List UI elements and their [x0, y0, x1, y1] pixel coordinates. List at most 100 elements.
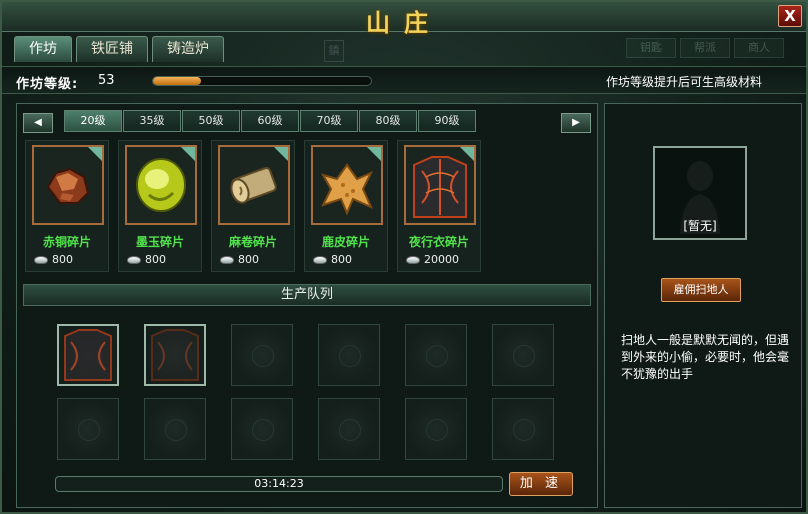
queue-slot-empty[interactable] [405, 398, 467, 460]
material-cost-value: 800 [52, 253, 73, 266]
material-item[interactable]: 赤铜碎片 800 [25, 140, 109, 272]
empty-slot-emblem-icon [426, 419, 448, 441]
material-cost-value: 800 [331, 253, 352, 266]
queue-slot-empty[interactable] [57, 398, 119, 460]
tab-furnace[interactable]: 铸造炉 [152, 36, 224, 62]
background-tab: 帮派 [680, 38, 730, 58]
material-slot[interactable] [32, 145, 104, 225]
production-queue-grid [57, 324, 554, 460]
level-tab-strip: ◀ 20级 35级 50级 60级 70级 80级 90级 ▶ [23, 110, 591, 136]
material-item[interactable]: 墨玉碎片 800 [118, 140, 202, 272]
level-tab-80[interactable]: 80级 [359, 110, 417, 132]
night-robe-icon [151, 329, 199, 381]
main-tabs: 作坊 铁匠铺 铸造炉 [14, 36, 224, 62]
empty-slot-emblem-icon [426, 345, 448, 367]
queue-slot-empty[interactable] [405, 324, 467, 386]
tab-workshop[interactable]: 作坊 [14, 36, 72, 62]
empty-slot-emblem-icon [513, 345, 535, 367]
workshop-level-hint: 作坊等级提升后可生高级材料 [605, 75, 762, 89]
workshop-level-progress [152, 76, 372, 86]
silver-ingot-icon [34, 255, 48, 264]
queue-slot-occupied[interactable] [57, 324, 119, 386]
empty-slot-emblem-icon [513, 419, 535, 441]
material-name: 鹿皮碎片 [321, 235, 370, 249]
title-bar: 山庄 X [2, 2, 806, 37]
empty-slot-emblem-icon [252, 419, 274, 441]
portrait-label: [暂无] [683, 219, 717, 233]
material-cost: 800 [127, 253, 166, 266]
level-tab-20[interactable]: 20级 [64, 110, 122, 132]
material-name: 赤铜碎片 [42, 235, 91, 249]
silver-ingot-icon [127, 255, 141, 264]
prev-arrow-button[interactable]: ◀ [23, 113, 53, 133]
empty-slot-emblem-icon [78, 419, 100, 441]
queue-slot-empty[interactable] [144, 398, 206, 460]
level-tab-35[interactable]: 35级 [123, 110, 181, 132]
empty-slot-emblem-icon [339, 345, 361, 367]
level-tab-90[interactable]: 90级 [418, 110, 476, 132]
background-tabs: 钥匙 帮派 商人 [626, 38, 784, 58]
night-robe-icon [64, 329, 112, 381]
queue-slot-empty[interactable] [231, 324, 293, 386]
hire-sweeper-button[interactable]: 雇佣扫地人 [661, 278, 741, 302]
speedup-button[interactable]: 加 速 [509, 472, 573, 496]
background-tab: 钥匙 [626, 38, 676, 58]
material-name: 夜行衣碎片 [408, 235, 469, 249]
level-tabs: 20级 35级 50级 60级 70级 80级 90级 [63, 110, 476, 132]
silver-ingot-icon [313, 255, 327, 264]
deer-hide-icon [320, 163, 374, 216]
level-tab-50[interactable]: 50级 [182, 110, 240, 132]
manor-window: 山庄 X 作坊 铁匠铺 铸造炉 鎮 钥匙 帮派 商人 作坊等级: 53 作坊等级… [0, 0, 808, 514]
empty-slot-emblem-icon [339, 419, 361, 441]
copper-ore-icon [46, 167, 90, 204]
queue-slot-empty[interactable] [492, 398, 554, 460]
production-timer: 03:14:23 [55, 476, 503, 492]
jade-icon [136, 158, 186, 212]
empty-slot-emblem-icon [252, 345, 274, 367]
sweeper-description: 扫地人一般是默默无闻的，但遇到外来的小偷，必要时，他会毫不犹豫的出手 [621, 333, 790, 381]
silver-ingot-icon [220, 255, 234, 264]
silver-ingot-icon [406, 255, 420, 264]
sweeper-portrait[interactable]: [暂无] [653, 146, 747, 240]
material-slot[interactable] [404, 145, 476, 225]
workshop-level-progress-fill [153, 77, 201, 85]
tab-blacksmith[interactable]: 铁匠铺 [76, 36, 148, 62]
material-cost-value: 800 [238, 253, 259, 266]
production-queue-header: 生产队列 [23, 284, 591, 306]
material-list: 赤铜碎片 800 墨玉碎片 800 麻卷碎片 800 鹿皮碎片 800 夜行衣碎… [25, 140, 481, 272]
queue-slot-empty[interactable] [231, 398, 293, 460]
workshop-level-value: 53 [98, 73, 115, 88]
material-item[interactable]: 麻卷碎片 800 [211, 140, 295, 272]
material-name: 墨玉碎片 [135, 235, 184, 249]
material-cost: 800 [34, 253, 73, 266]
level-tab-60[interactable]: 60级 [241, 110, 299, 132]
material-cost-value: 800 [145, 253, 166, 266]
workshop-level-row: 作坊等级: 53 作坊等级提升后可生高级材料 [2, 66, 806, 94]
empty-slot-emblem-icon [165, 419, 187, 441]
window-title: 山庄 [366, 8, 442, 37]
background-badge: 鎮 [324, 40, 344, 62]
queue-slot-empty[interactable] [318, 398, 380, 460]
material-cost-value: 20000 [424, 253, 459, 266]
workshop-panel: ◀ 20级 35级 50级 60级 70级 80级 90级 ▶ 赤铜碎片 800… [16, 103, 598, 508]
workshop-level-label: 作坊等级: [16, 77, 79, 92]
queue-slot-empty[interactable] [492, 324, 554, 386]
material-cost: 20000 [406, 253, 459, 266]
material-slot[interactable] [125, 145, 197, 225]
hemp-roll-icon [230, 167, 277, 204]
material-slot[interactable] [311, 145, 383, 225]
night-robe-icon [413, 156, 467, 218]
level-tab-70[interactable]: 70级 [300, 110, 358, 132]
material-item[interactable]: 鹿皮碎片 800 [304, 140, 388, 272]
queue-slot-occupied[interactable] [144, 324, 206, 386]
sweeper-panel: [暂无] 雇佣扫地人 扫地人一般是默默无闻的，但遇到外来的小偷，必要时，他会毫不… [604, 103, 802, 508]
background-tab: 商人 [734, 38, 784, 58]
material-item[interactable]: 夜行衣碎片 20000 [397, 140, 481, 272]
queue-slot-empty[interactable] [318, 324, 380, 386]
material-cost: 800 [220, 253, 259, 266]
material-name: 麻卷碎片 [228, 235, 277, 249]
close-button[interactable]: X [778, 5, 802, 27]
next-arrow-button[interactable]: ▶ [561, 113, 591, 133]
material-cost: 800 [313, 253, 352, 266]
material-slot[interactable] [218, 145, 290, 225]
